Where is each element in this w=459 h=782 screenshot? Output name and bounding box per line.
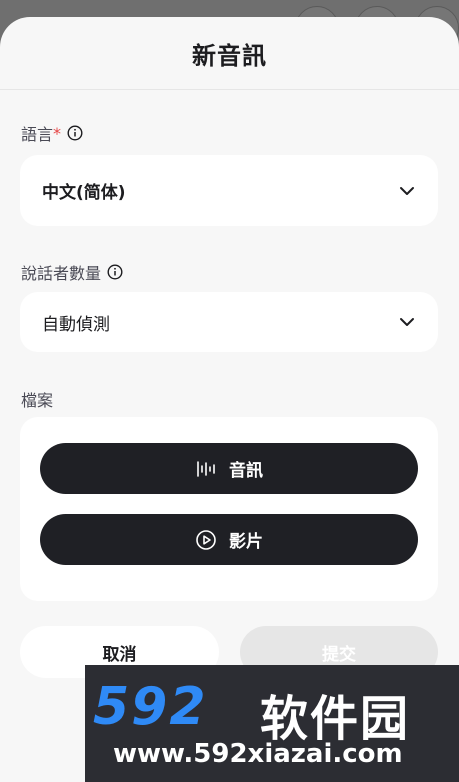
page-title: 新音訊 [192,41,267,70]
play-circle-icon [196,529,216,550]
watermark-banner: 592 软件园 www.592xiazai.com [85,665,459,782]
upload-audio-button[interactable]: 音訊 [40,443,418,494]
language-select[interactable]: 中文(简体) [20,155,438,226]
language-label: 語言 [21,125,54,144]
speakers-select[interactable]: 自動偵測 [20,292,438,352]
chevron-down-icon [400,186,414,195]
info-icon[interactable] [67,125,83,141]
language-label-row: 語言 * [21,121,83,145]
chevron-down-icon [400,318,414,326]
files-label-row: 檔案 [21,387,53,411]
speakers-value: 自動偵測 [42,314,110,335]
upload-audio-label: 音訊 [229,461,263,481]
sheet-header: 新音訊 [0,17,459,90]
required-mark: * [53,123,62,143]
info-icon[interactable] [107,264,123,280]
watermark-url: www.592xiazai.com [113,739,403,769]
files-label: 檔案 [21,391,54,410]
watermark-logo: 592 [93,677,208,737]
upload-video-label: 影片 [229,532,263,552]
audio-waveform-icon [197,460,215,477]
speakers-label: 說話者數量 [21,264,102,283]
speakers-label-row: 說話者數量 [21,260,123,284]
upload-video-button[interactable]: 影片 [40,514,418,565]
file-upload-card: 音訊 影片 [20,417,438,601]
language-value: 中文(简体) [42,183,126,203]
